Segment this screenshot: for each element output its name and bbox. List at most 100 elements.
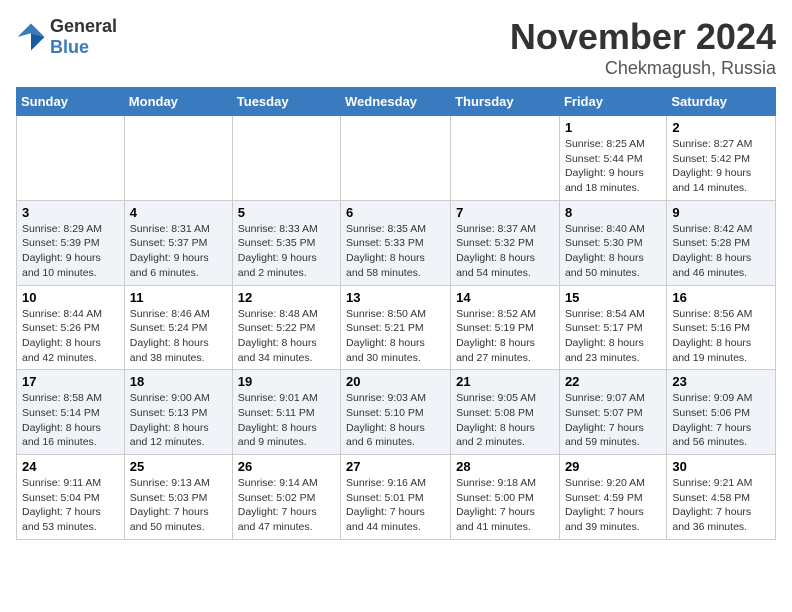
logo-general: General — [50, 16, 117, 36]
day-number: 28 — [456, 459, 554, 474]
day-info: Sunrise: 9:01 AMSunset: 5:11 PMDaylight:… — [238, 391, 335, 450]
day-info: Sunrise: 9:05 AMSunset: 5:08 PMDaylight:… — [456, 391, 554, 450]
day-cell — [124, 116, 232, 201]
day-cell: 24 Sunrise: 9:11 AMSunset: 5:04 PMDayligh… — [17, 455, 125, 540]
info-line: Sunset: 5:00 PM — [456, 492, 534, 504]
info-line: Daylight: 8 hours and 54 minutes. — [456, 252, 535, 279]
day-number: 5 — [238, 205, 335, 220]
info-line: Sunset: 5:06 PM — [672, 407, 750, 419]
day-info: Sunrise: 9:16 AMSunset: 5:01 PMDaylight:… — [346, 476, 445, 535]
info-line: Sunrise: 8:56 AM — [672, 308, 752, 320]
day-number: 17 — [22, 374, 119, 389]
header-row: SundayMondayTuesdayWednesdayThursdayFrid… — [17, 88, 776, 116]
week-row: 17 Sunrise: 8:58 AMSunset: 5:14 PMDayligh… — [17, 370, 776, 455]
day-number: 26 — [238, 459, 335, 474]
info-line: Sunrise: 9:07 AM — [565, 392, 645, 404]
info-line: Daylight: 8 hours and 42 minutes. — [22, 337, 101, 364]
info-line: Sunset: 5:13 PM — [130, 407, 208, 419]
day-info: Sunrise: 8:58 AMSunset: 5:14 PMDaylight:… — [22, 391, 119, 450]
info-line: Daylight: 7 hours and 47 minutes. — [238, 506, 317, 533]
day-info: Sunrise: 8:52 AMSunset: 5:19 PMDaylight:… — [456, 307, 554, 366]
info-line: Sunrise: 8:52 AM — [456, 308, 536, 320]
info-line: Sunset: 5:22 PM — [238, 322, 316, 334]
info-line: Sunset: 4:59 PM — [565, 492, 643, 504]
day-info: Sunrise: 8:54 AMSunset: 5:17 PMDaylight:… — [565, 307, 661, 366]
day-number: 21 — [456, 374, 554, 389]
day-info: Sunrise: 8:50 AMSunset: 5:21 PMDaylight:… — [346, 307, 445, 366]
info-line: Daylight: 8 hours and 12 minutes. — [130, 422, 209, 449]
day-info: Sunrise: 8:29 AMSunset: 5:39 PMDaylight:… — [22, 222, 119, 281]
header-cell-friday: Friday — [559, 88, 666, 116]
day-cell: 15Sunrise: 8:54 AMSunset: 5:17 PMDayligh… — [559, 285, 666, 370]
calendar-header: SundayMondayTuesdayWednesdayThursdayFrid… — [17, 88, 776, 116]
title-block: November 2024 Chekmagush, Russia — [510, 16, 776, 79]
day-info: Sunrise: 9:21 AMSunset: 4:58 PMDaylight:… — [672, 476, 770, 535]
day-number: 25 — [130, 459, 227, 474]
day-number: 16 — [672, 290, 770, 305]
day-number: 7 — [456, 205, 554, 220]
month-title: November 2024 — [510, 16, 776, 58]
info-line: Sunset: 5:37 PM — [130, 237, 208, 249]
logo-blue: Blue — [50, 37, 89, 57]
day-number: 14 — [456, 290, 554, 305]
day-info: Sunrise: 9:00 AMSunset: 5:13 PMDaylight:… — [130, 391, 227, 450]
day-info: Sunrise: 9:20 AM Sunset: 4:59 PM Daylight:… — [565, 476, 661, 535]
info-line: Daylight: 7 hours and 39 minutes. — [565, 506, 644, 533]
info-line: Daylight: 8 hours and 46 minutes. — [672, 252, 751, 279]
day-cell: 28Sunrise: 9:18 AMSunset: 5:00 PMDayligh… — [451, 455, 560, 540]
info-line: Daylight: 8 hours and 9 minutes. — [238, 422, 317, 449]
info-line: Daylight: 7 hours and 53 minutes. — [22, 506, 101, 533]
day-info: Sunrise: 8:25 AMSunset: 5:44 PMDaylight:… — [565, 137, 661, 196]
day-info: Sunrise: 8:40 AMSunset: 5:30 PMDaylight:… — [565, 222, 661, 281]
info-line: Sunset: 5:39 PM — [22, 237, 100, 249]
info-line: Sunset: 5:33 PM — [346, 237, 424, 249]
day-info: Sunrise: 9:11 AMSunset: 5:04 PMDaylight:… — [22, 476, 119, 535]
day-cell: 30 Sunrise: 9:21 AMSunset: 4:58 PMDayligh… — [667, 455, 776, 540]
day-cell: 22Sunrise: 9:07 AMSunset: 5:07 PMDayligh… — [559, 370, 666, 455]
info-line: Sunrise: 8:54 AM — [565, 308, 645, 320]
info-line: Sunset: 4:58 PM — [672, 492, 750, 504]
day-cell: 9Sunrise: 8:42 AMSunset: 5:28 PMDaylight… — [667, 200, 776, 285]
day-number: 24 — [22, 459, 119, 474]
info-line: Sunrise: 9:13 AM — [130, 477, 210, 489]
day-number: 10 — [22, 290, 119, 305]
info-line: Sunrise: 9:20 AM — [565, 477, 645, 489]
header-cell-sunday: Sunday — [17, 88, 125, 116]
info-line: Sunrise: 8:48 AM — [238, 308, 318, 320]
info-line: Sunrise: 9:11 AM — [22, 477, 101, 489]
day-info: Sunrise: 8:37 AMSunset: 5:32 PMDaylight:… — [456, 222, 554, 281]
info-line: Sunset: 5:21 PM — [346, 322, 424, 334]
info-line: Daylight: 9 hours and 14 minutes. — [672, 167, 751, 194]
calendar: SundayMondayTuesdayWednesdayThursdayFrid… — [16, 87, 776, 540]
info-line: Daylight: 7 hours and 50 minutes. — [130, 506, 209, 533]
header-cell-thursday: Thursday — [451, 88, 560, 116]
info-line: Daylight: 7 hours and 56 minutes. — [672, 422, 751, 449]
day-number: 20 — [346, 374, 445, 389]
logo: General Blue — [16, 16, 117, 58]
info-line: Sunrise: 9:14 AM — [238, 477, 318, 489]
info-line: Sunrise: 9:09 AM — [672, 392, 752, 404]
day-info: Sunrise: 8:35 AMSunset: 5:33 PMDaylight:… — [346, 222, 445, 281]
info-line: Sunrise: 8:58 AM — [22, 392, 102, 404]
day-number: 8 — [565, 205, 661, 220]
day-info: Sunrise: 8:44 AMSunset: 5:26 PMDaylight:… — [22, 307, 119, 366]
day-info: Sunrise: 9:09 AM Sunset: 5:06 PM Daylight:… — [672, 391, 770, 450]
day-number: 11 — [130, 290, 227, 305]
day-cell: 29Sunrise: 9:20 AMSunset: 4:59 PMDayligh… — [559, 455, 666, 540]
day-cell: 13Sunrise: 8:50 AMSunset: 5:21 PMDayligh… — [341, 285, 451, 370]
day-info: Sunrise: 8:31 AMSunset: 5:37 PMDaylight:… — [130, 222, 227, 281]
info-line: Sunset: 5:44 PM — [565, 153, 643, 165]
info-line: Daylight: 8 hours and 50 minutes. — [565, 252, 644, 279]
day-cell: 10 Sunrise: 8:44 AMSunset: 5:26 PMDayligh… — [17, 285, 125, 370]
info-line: Sunset: 5:42 PM — [672, 153, 750, 165]
day-info: Sunrise: 8:27 AMSunset: 5:42 PMDaylight:… — [672, 137, 770, 196]
day-cell — [232, 116, 340, 201]
day-number: 1 — [565, 120, 661, 135]
day-number: 30 — [672, 459, 770, 474]
day-number: 9 — [672, 205, 770, 220]
info-line: Sunset: 5:11 PM — [238, 407, 315, 419]
day-info: Sunrise: 8:46 AMSunset: 5:24 PMDaylight:… — [130, 307, 227, 366]
info-line: Daylight: 9 hours and 10 minutes. — [22, 252, 101, 279]
week-row: 3Sunrise: 8:29 AMSunset: 5:39 PMDaylight… — [17, 200, 776, 285]
day-cell: 16Sunrise: 8:56 AMSunset: 5:16 PMDayligh… — [667, 285, 776, 370]
